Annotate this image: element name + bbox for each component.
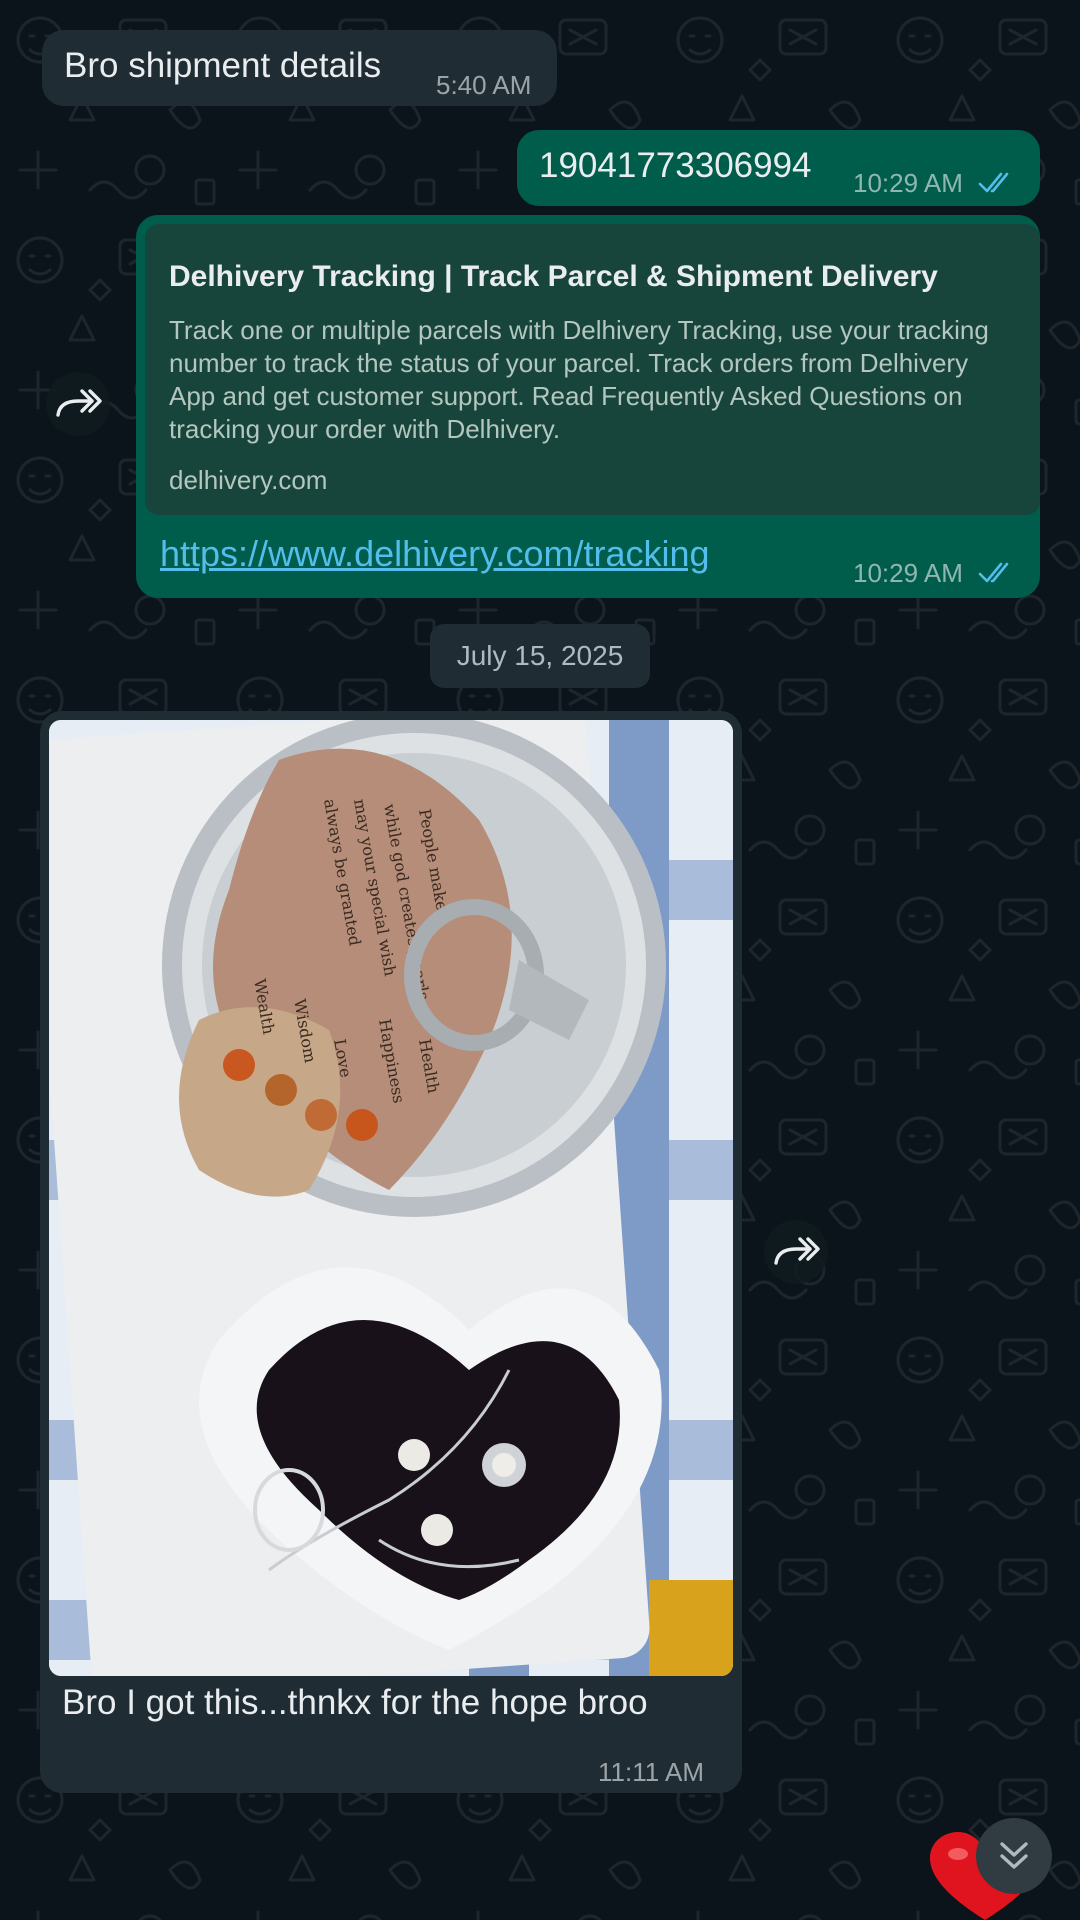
message-time-with-receipt: 10:29 AM	[853, 168, 1016, 199]
message-text: 19041773306994	[539, 146, 812, 185]
double-chevron-down-icon	[1000, 1842, 1028, 1869]
incoming-message-photo[interactable]: People make while god creates pearls may…	[40, 711, 742, 1793]
jewelry-gift-photo: People make while god creates pearls may…	[49, 720, 733, 1676]
forward-button[interactable]	[764, 1220, 828, 1284]
tracking-link[interactable]: https://www.delhivery.com/tracking	[160, 533, 710, 575]
forward-button[interactable]	[46, 372, 110, 436]
message-time: 10:29 AM	[853, 558, 963, 588]
outgoing-message-link-preview[interactable]: Delhivery Tracking | Track Parcel & Ship…	[136, 215, 1040, 598]
message-time: 10:29 AM	[853, 168, 963, 198]
forward-icon	[56, 389, 102, 417]
photo-caption: Bro I got this...thnkx for the hope broo	[62, 1683, 648, 1722]
link-preview-title: Delhivery Tracking | Track Parcel & Ship…	[169, 260, 938, 293]
message-time-with-receipt: 10:29 AM	[853, 558, 1016, 589]
link-preview-description: Track one or multiple parcels with Delhi…	[169, 314, 989, 445]
received-photo[interactable]: People make while god creates pearls may…	[49, 720, 733, 1676]
message-time: 5:40 AM	[436, 70, 532, 100]
incoming-message-shipment-request[interactable]: Bro shipment details 5:40 AM	[42, 30, 557, 106]
double-check-icon	[978, 562, 1009, 583]
message-time: 11:11 AM	[598, 1757, 704, 1787]
outgoing-message-tracking-number[interactable]: 19041773306994 10:29 AM	[517, 130, 1040, 206]
link-preview-card[interactable]: Delhivery Tracking | Track Parcel & Ship…	[145, 224, 1040, 515]
double-check-icon	[978, 172, 1009, 193]
forward-icon	[774, 1237, 820, 1265]
scroll-to-bottom-button[interactable]	[976, 1818, 1052, 1894]
date-separator: July 15, 2025	[430, 624, 650, 688]
flower-pendant	[482, 1443, 526, 1487]
link-preview-domain: delhivery.com	[169, 464, 328, 495]
message-text: Bro shipment details	[64, 46, 382, 85]
